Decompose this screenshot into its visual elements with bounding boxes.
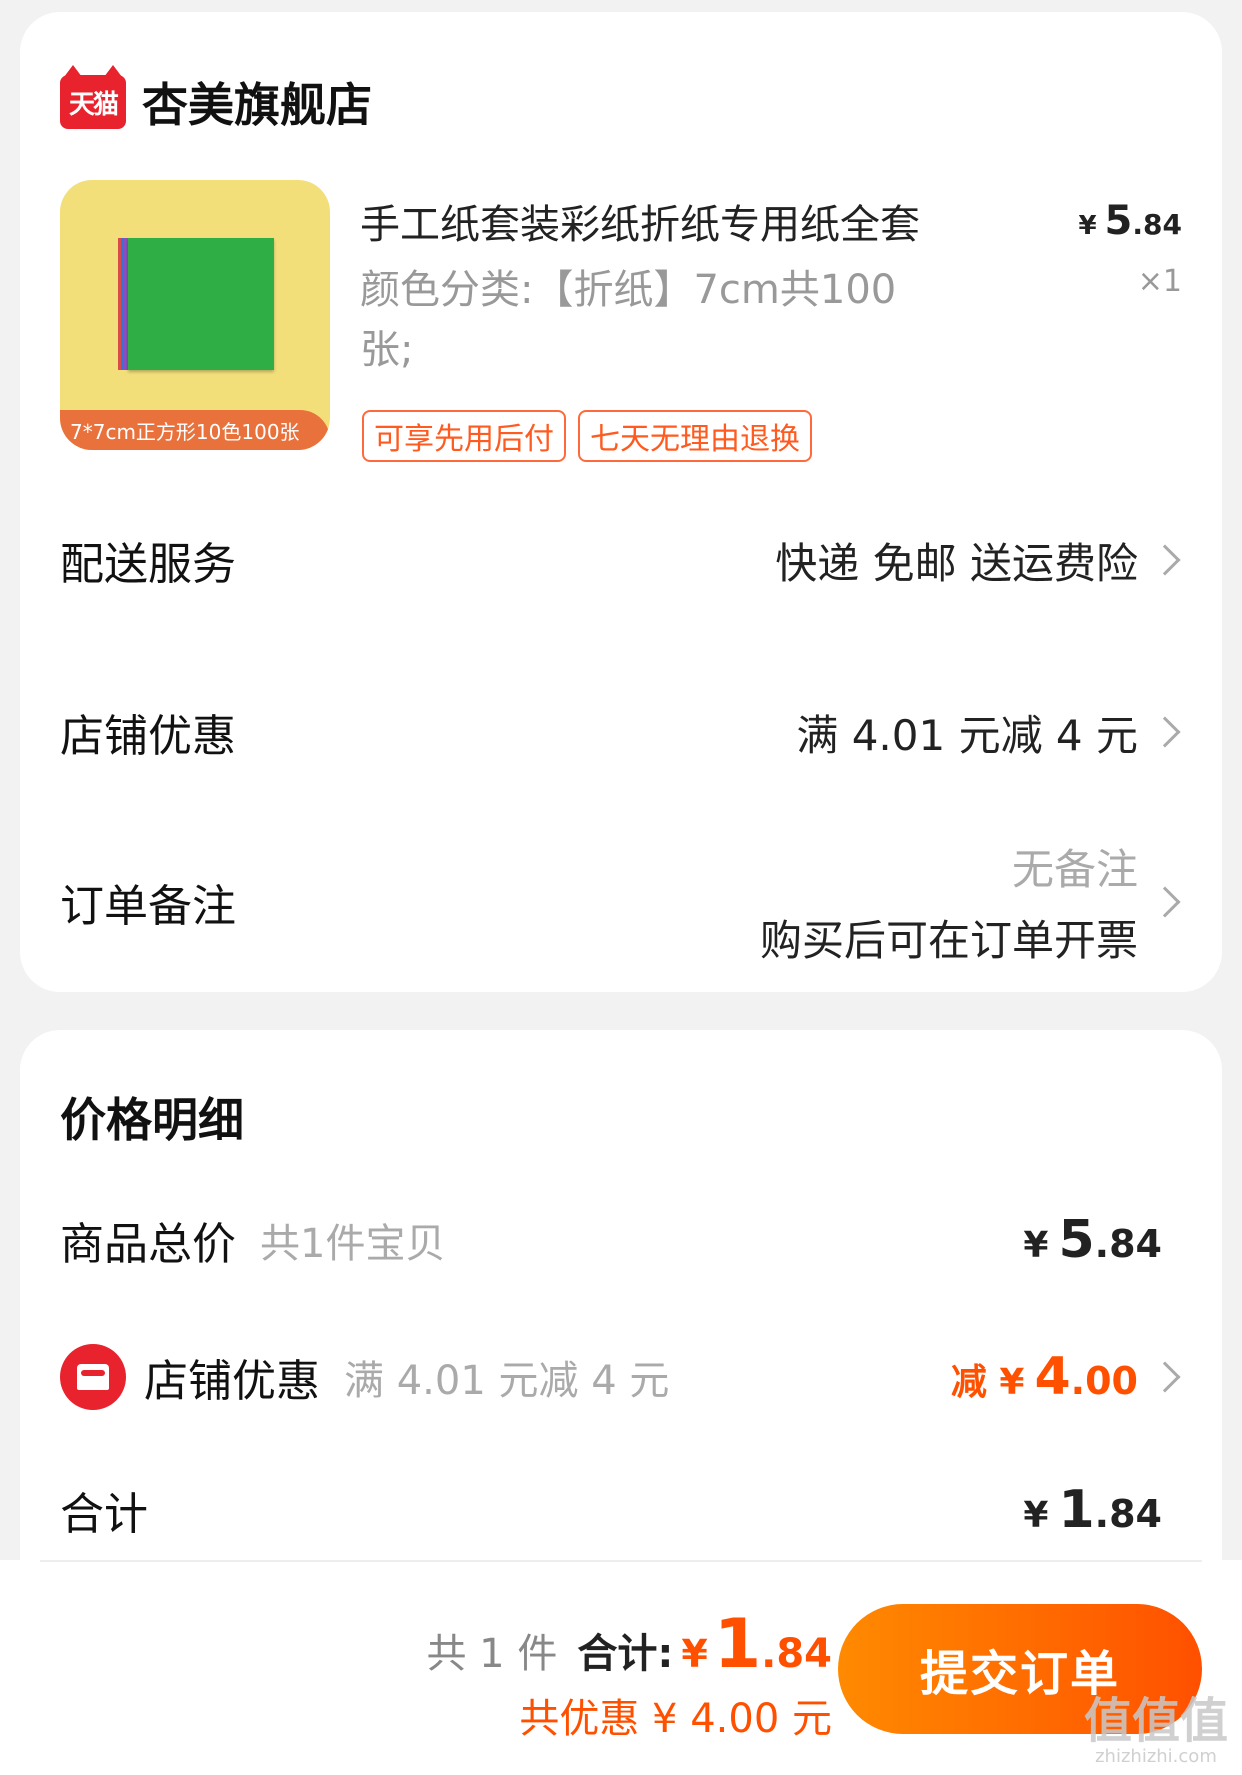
sum-row: 合计 ¥1.84 [60, 1470, 1182, 1550]
order-summary: 共 1 件 合计: ¥1.84 共优惠 ¥ 4.00 元 [426, 1605, 832, 1744]
store-icon [60, 1344, 126, 1410]
tag-pay-later: 可享先用后付 [362, 410, 566, 462]
price-integer: 5 [1104, 198, 1133, 244]
watermark-logo: 值值值 zhizhizhi.com [1084, 1696, 1228, 1767]
amount-decimal: .84 [1094, 1222, 1162, 1266]
goods-count-note: 共1件宝贝 [260, 1221, 446, 1267]
remark-row[interactable]: 订单备注 无备注 购买后可在订单开票 [60, 837, 1182, 967]
price-detail-card: 价格明细 商品总价 共1件宝贝 ¥5.84 店铺优惠 满 4.01 元减 4 元… [20, 1030, 1222, 1630]
amount-integer: 1 [713, 1605, 762, 1684]
colored-paper-image [118, 238, 274, 374]
currency-symbol: ¥ [1023, 1225, 1049, 1266]
price-currency: ¥ [1078, 211, 1097, 241]
shop-header[interactable]: 天猫 杏美旗舰店 [60, 65, 372, 137]
delivery-row[interactable]: 配送服务 快递 免邮 送运费险 [60, 520, 1182, 600]
item-count: 共 1 件 [426, 1631, 558, 1677]
amount-integer: 5 [1058, 1210, 1095, 1270]
amount-decimal: .84 [1094, 1492, 1162, 1536]
amount-decimal: .00 [1070, 1359, 1138, 1403]
amount-integer: 4 [1034, 1347, 1071, 1407]
watermark-url: zhizhizhi.com [1095, 1746, 1217, 1767]
remark-label: 订单备注 [60, 881, 236, 932]
product-title[interactable]: 手工纸套装彩纸折纸专用纸全套 [360, 192, 1000, 250]
detail-discount-label: 店铺优惠 [144, 1356, 320, 1407]
remark-value: 无备注 [1011, 845, 1138, 894]
sum-amount: ¥1.84 [1023, 1480, 1162, 1540]
delivery-value: 快递 免邮 送运费险 [775, 538, 1138, 588]
sum-label: 合计 [60, 1489, 148, 1540]
detail-discount-row[interactable]: 店铺优惠 满 4.01 元减 4 元 减 ¥4.00 [60, 1332, 1182, 1422]
invoice-note: 购买后可在订单开票 [759, 916, 1138, 965]
chevron-right-icon [1149, 1361, 1181, 1393]
goods-total-row: 商品总价 共1件宝贝 ¥5.84 [60, 1200, 1182, 1280]
goods-total-label: 商品总价 [60, 1219, 236, 1270]
detail-discount-note: 满 4.01 元减 4 元 [344, 1358, 670, 1404]
currency-symbol: ¥ [681, 1632, 708, 1676]
total-saved: 共优惠 ¥ 4.00 元 [519, 1696, 832, 1742]
tag-seven-day-return: 七天无理由退换 [578, 410, 812, 462]
product-quantity: ×1 [1137, 264, 1182, 299]
goods-total-amount: ¥5.84 [1023, 1210, 1162, 1270]
chevron-right-icon [1149, 544, 1181, 576]
thumbnail-caption: 7*7cm正方形10色100张 [60, 410, 330, 450]
chevron-right-icon [1149, 716, 1181, 748]
paper-layer-green [128, 238, 274, 370]
chevron-right-icon [1149, 886, 1181, 918]
order-card: 天猫 杏美旗舰店 7*7cm正方形10色100张 手工纸套装彩纸折纸专用纸全套 … [20, 12, 1222, 992]
price-detail-title: 价格明细 [60, 1093, 244, 1147]
shop-discount-value: 满 4.01 元减 4 元 [796, 710, 1138, 760]
price-decimal: .84 [1132, 208, 1182, 241]
watermark-text: 值值值 [1083, 1693, 1228, 1749]
total-label: 合计: [577, 1631, 674, 1677]
product-spec-line2: 张; [360, 327, 414, 373]
discount-amount: 减 ¥4.00 [951, 1347, 1138, 1407]
total-amount: ¥1.84 [681, 1605, 832, 1684]
product-spec: 颜色分类:【折纸】7cm共100 张; [360, 260, 1000, 380]
product-spec-line1: 颜色分类:【折纸】7cm共100 [360, 267, 897, 313]
tmall-logo-icon: 天猫 [60, 65, 126, 129]
divider [40, 1560, 1202, 1562]
shop-name[interactable]: 杏美旗舰店 [142, 69, 372, 135]
discount-prefix: 减 ¥ [950, 1362, 1025, 1403]
product-price: ¥5.84 [1078, 198, 1182, 244]
shop-discount-label: 店铺优惠 [60, 711, 236, 762]
service-tags: 可享先用后付 七天无理由退换 [362, 410, 812, 462]
amount-integer: 1 [1058, 1480, 1095, 1540]
shop-discount-row[interactable]: 店铺优惠 满 4.01 元减 4 元 [60, 692, 1182, 772]
amount-decimal: .84 [761, 1631, 832, 1677]
currency-symbol: ¥ [1023, 1495, 1049, 1536]
product-thumbnail[interactable]: 7*7cm正方形10色100张 [60, 180, 330, 450]
delivery-label: 配送服务 [60, 539, 236, 590]
